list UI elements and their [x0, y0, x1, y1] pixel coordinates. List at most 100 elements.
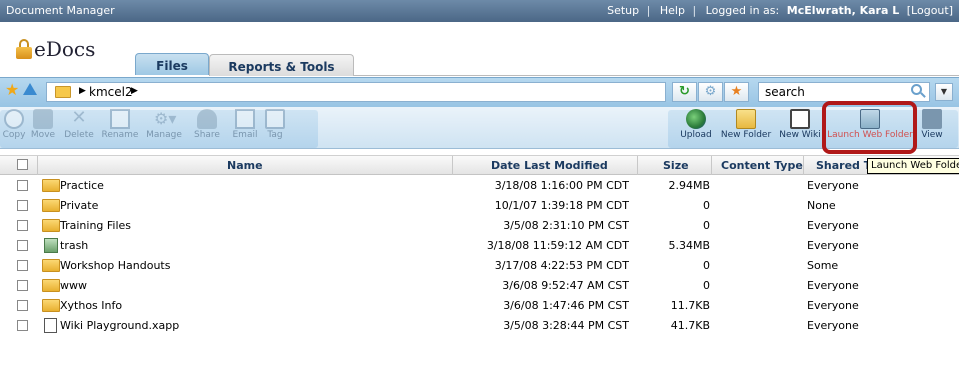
- table-row[interactable]: www 3/6/08 9:52:47 AM CST 0 Everyone: [0, 276, 959, 296]
- date-modified: 3/18/08 1:16:00 PM CDT: [494, 179, 629, 192]
- view-button[interactable]: View: [918, 109, 946, 140]
- shared-with: Everyone: [807, 319, 859, 332]
- file-name-link[interactable]: Xythos Info: [60, 299, 122, 312]
- select-all-checkbox[interactable]: [17, 159, 28, 170]
- row-checkbox[interactable]: [17, 200, 28, 211]
- folder-icon: [42, 299, 60, 312]
- chevron-right-icon[interactable]: ▶: [131, 86, 138, 96]
- file-size: 0: [703, 219, 710, 232]
- logged-in-label: Logged in as:: [705, 4, 780, 17]
- favorites-button[interactable]: ★: [724, 82, 749, 102]
- folder-icon: [42, 259, 60, 272]
- tab-files[interactable]: Files: [135, 53, 209, 75]
- table-row[interactable]: Workshop Handouts 3/17/08 4:22:53 PM CDT 0…: [0, 256, 959, 276]
- row-checkbox[interactable]: [17, 180, 28, 191]
- chevron-down-icon: ▼: [940, 87, 948, 96]
- table-row[interactable]: Xythos Info 3/6/08 1:47:46 PM CST 11.7KB Ev…: [0, 296, 959, 316]
- email-button[interactable]: Email: [228, 109, 262, 140]
- file-size: 5.34MB: [668, 239, 710, 252]
- tooltip: Launch Web Folder: [867, 158, 959, 174]
- copy-icon: [4, 109, 24, 129]
- file-name-link[interactable]: Training Files: [60, 219, 131, 232]
- divider: [354, 75, 959, 76]
- upload-icon: [686, 109, 706, 129]
- new-wiki-button[interactable]: New Wiki: [778, 109, 822, 140]
- share-icon: [197, 109, 217, 129]
- table-row[interactable]: Wiki Playground.xapp 3/5/08 3:28:44 PM CS…: [0, 316, 959, 336]
- row-checkbox[interactable]: [17, 220, 28, 231]
- file-size: 0: [703, 259, 710, 272]
- copy-button[interactable]: Copy: [2, 109, 26, 140]
- logo-text: eDocs: [34, 37, 96, 61]
- file-icon: [44, 318, 57, 333]
- date-modified: 3/5/08 3:28:44 PM CST: [503, 319, 629, 332]
- file-name-link[interactable]: Workshop Handouts: [60, 259, 170, 272]
- search-icon[interactable]: [911, 84, 926, 98]
- table-row[interactable]: Training Files 3/5/08 2:31:10 PM CST 0 Ever…: [0, 216, 959, 236]
- file-name-link[interactable]: Wiki Playground.xapp: [60, 319, 179, 332]
- file-size: 0: [703, 279, 710, 292]
- shared-with: Everyone: [807, 299, 859, 312]
- app-title: Document Manager: [6, 4, 115, 17]
- breadcrumb-item[interactable]: kmcel2: [89, 85, 133, 99]
- favorite-star-icon[interactable]: ★: [5, 82, 19, 98]
- file-name-link[interactable]: trash: [60, 239, 88, 252]
- column-header-shared[interactable]: Shared T: [816, 159, 871, 172]
- delete-button[interactable]: ✕ Delete: [62, 109, 96, 141]
- column-header-size[interactable]: Size: [663, 159, 689, 172]
- folder-icon: [42, 179, 60, 192]
- view-icon: [922, 109, 942, 129]
- user-name: McElwrath, Kara L: [786, 4, 900, 17]
- share-button[interactable]: Share: [190, 109, 224, 140]
- row-checkbox[interactable]: [17, 280, 28, 291]
- column-header-date[interactable]: Date Last Modified: [491, 159, 608, 172]
- refresh-icon: ↻: [679, 84, 690, 99]
- separator: |: [692, 4, 697, 17]
- table-row[interactable]: Private 10/1/07 1:39:18 PM CDT 0 None: [0, 196, 959, 216]
- shared-with: Everyone: [807, 219, 859, 232]
- date-modified: 3/6/08 1:47:46 PM CST: [503, 299, 629, 312]
- file-size: 2.94MB: [668, 179, 710, 192]
- file-table-header: Name Date Last Modified Size Content Typ…: [0, 155, 959, 175]
- folder-icon[interactable]: [55, 86, 71, 98]
- rename-button[interactable]: Rename: [100, 109, 140, 140]
- row-checkbox[interactable]: [17, 240, 28, 251]
- table-row[interactable]: trash 3/18/08 11:59:12 AM CDT 5.34MB Everyo…: [0, 236, 959, 256]
- file-name-link[interactable]: Practice: [60, 179, 104, 192]
- folder-icon: [42, 279, 60, 292]
- new-folder-button[interactable]: New Folder: [718, 109, 774, 140]
- upload-button[interactable]: Upload: [680, 109, 712, 140]
- table-row[interactable]: Practice 3/18/08 1:16:00 PM CDT 2.94MB Ever…: [0, 176, 959, 196]
- help-link[interactable]: Help: [660, 4, 685, 17]
- move-button[interactable]: Move: [28, 109, 58, 140]
- app-topbar: Document Manager Setup | Help | Logged i…: [0, 0, 959, 22]
- column-header-name[interactable]: Name: [227, 159, 263, 172]
- settings-button[interactable]: ⚙: [698, 82, 723, 102]
- row-checkbox[interactable]: [17, 260, 28, 271]
- row-checkbox[interactable]: [17, 300, 28, 311]
- separator: |: [646, 4, 651, 17]
- tab-reports-tools[interactable]: Reports & Tools: [209, 54, 354, 76]
- manage-icon: ⚙▾: [154, 109, 177, 128]
- setup-link[interactable]: Setup: [607, 4, 639, 17]
- date-modified: 3/5/08 2:31:10 PM CST: [503, 219, 629, 232]
- date-modified: 10/1/07 1:39:18 PM CDT: [494, 199, 629, 212]
- column-header-content-type[interactable]: Content Type: [721, 159, 803, 172]
- file-name-link[interactable]: Private: [60, 199, 98, 212]
- search-options-dropdown[interactable]: ▼: [935, 83, 953, 101]
- highlight-annotation: [822, 101, 917, 154]
- search-input[interactable]: [765, 84, 905, 100]
- tag-button[interactable]: Tag: [262, 109, 288, 140]
- row-checkbox[interactable]: [17, 320, 28, 331]
- user-menu: Setup | Help | Logged in as: McElwrath, …: [603, 4, 953, 17]
- toolbar: Copy Move ✕ Delete Rename ⚙▾ Manage Shar…: [0, 107, 959, 149]
- up-arrow-icon[interactable]: [23, 83, 37, 95]
- refresh-button[interactable]: ↻: [672, 82, 697, 102]
- chevron-right-icon[interactable]: ▶: [79, 86, 86, 96]
- date-modified: 3/18/08 11:59:12 AM CDT: [486, 239, 629, 252]
- manage-button[interactable]: ⚙▾ Manage: [142, 109, 186, 140]
- file-name-link[interactable]: www: [60, 279, 87, 292]
- shared-with: Everyone: [807, 279, 859, 292]
- logout-link[interactable]: [Logout]: [907, 4, 953, 17]
- new-folder-icon: [736, 109, 756, 129]
